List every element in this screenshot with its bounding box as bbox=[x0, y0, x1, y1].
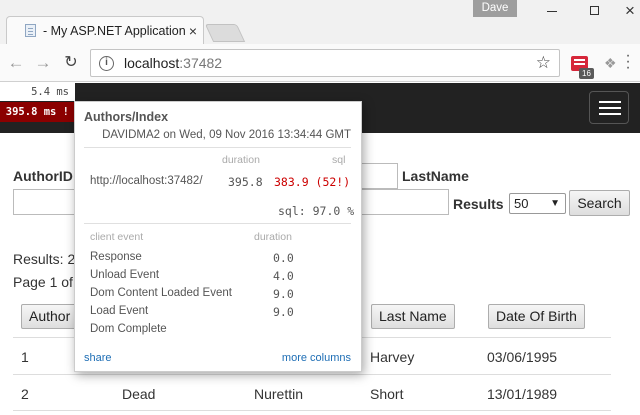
more-columns-link[interactable]: more columns bbox=[282, 352, 351, 364]
reload-icon[interactable]: ↻ bbox=[61, 53, 81, 73]
lastname-input[interactable] bbox=[361, 189, 449, 215]
profiler-subtitle: DAVIDMA2 on Wed, 09 Nov 2016 13:34:44 GM… bbox=[102, 129, 351, 141]
results-count: Results: 2 bbox=[13, 251, 76, 267]
popup-divider bbox=[84, 223, 351, 224]
authorid-label: AuthorID bbox=[13, 168, 73, 184]
menu-kebab-icon[interactable]: · · · bbox=[625, 48, 631, 76]
page-info: Page 1 of bbox=[13, 274, 73, 290]
row1-id: 1 bbox=[21, 349, 29, 365]
bookmark-star-icon[interactable]: ☆ bbox=[536, 53, 551, 73]
lastname-label: LastName bbox=[402, 168, 469, 184]
sql-percentage: sql: 97.0 % bbox=[278, 204, 355, 218]
address-bar[interactable]: i localhost:37482 ☆ bbox=[90, 49, 560, 77]
results-label: Results bbox=[453, 196, 504, 212]
forward-arrow-icon[interactable]: → bbox=[33, 53, 53, 73]
row2-id: 2 bbox=[21, 386, 29, 402]
url-host: localhost bbox=[124, 55, 180, 71]
profile-badge[interactable]: Dave bbox=[473, 0, 517, 17]
event-duration: 9.0 bbox=[273, 287, 294, 301]
miniprofiler-badge-slow[interactable]: 395.8 ms ! bbox=[0, 102, 75, 122]
results-select[interactable]: 50 ▼ bbox=[509, 193, 566, 214]
sql-header: sql bbox=[332, 154, 346, 166]
event-duration: 0.0 bbox=[273, 251, 294, 265]
new-tab-button[interactable] bbox=[204, 24, 246, 42]
row1-dob: 03/06/1995 bbox=[487, 349, 558, 365]
dropbox-icon[interactable]: ❖ bbox=[604, 55, 617, 72]
event-duration: 9.0 bbox=[273, 305, 294, 319]
popup-divider bbox=[84, 147, 351, 148]
event-name: Dom Complete bbox=[90, 323, 167, 335]
client-duration-header: duration bbox=[254, 231, 292, 243]
tab-title: - My ASP.NET Application bbox=[43, 23, 185, 38]
minimize-icon[interactable] bbox=[537, 0, 567, 22]
row2-col3: Nurettin bbox=[254, 386, 304, 402]
info-icon[interactable]: i bbox=[99, 55, 114, 71]
browser-toolbar: ← → ↻ i localhost:37482 ☆ 16 ❖ · · · bbox=[0, 44, 640, 82]
sort-dob-button[interactable]: Date Of Birth bbox=[488, 304, 585, 329]
sort-lastname-button[interactable]: Last Name bbox=[371, 304, 455, 329]
dropdown-arrow-icon: ▼ bbox=[550, 198, 560, 209]
duration-header: duration bbox=[222, 154, 260, 166]
back-arrow-icon[interactable]: ← bbox=[6, 53, 26, 73]
profiler-title: Authors/Index bbox=[84, 110, 169, 124]
share-link[interactable]: share bbox=[84, 352, 112, 364]
row2-lastname: Short bbox=[370, 386, 404, 402]
table-divider bbox=[13, 410, 611, 411]
window-titlebar: - My ASP.NET Application × Dave × bbox=[0, 0, 640, 44]
firstname-input[interactable] bbox=[361, 163, 398, 189]
timing-sql[interactable]: 383.9 (52!) bbox=[274, 175, 350, 189]
sort-author-button[interactable]: Author bbox=[21, 304, 81, 329]
row1-lastname: Harvey bbox=[370, 349, 415, 365]
row2-col2: Dead bbox=[122, 386, 156, 402]
extension-badge: 16 bbox=[579, 68, 594, 79]
event-duration: 4.0 bbox=[273, 269, 294, 283]
event-name: Unload Event bbox=[90, 269, 160, 281]
close-window-icon[interactable]: × bbox=[615, 0, 640, 22]
timing-url: http://localhost:37482/ bbox=[90, 175, 203, 187]
table-divider bbox=[13, 374, 611, 375]
event-name: Load Event bbox=[90, 305, 149, 317]
timing-duration: 395.8 bbox=[228, 175, 263, 189]
authorid-input[interactable] bbox=[13, 189, 75, 215]
results-select-value: 50 bbox=[514, 196, 529, 211]
miniprofiler-badge[interactable]: 5.4 ms bbox=[0, 83, 75, 101]
miniprofiler-popup: Authors/Index DAVIDMA2 on Wed, 09 Nov 20… bbox=[74, 101, 362, 372]
client-event-header: client event bbox=[90, 231, 144, 243]
maximize-icon[interactable] bbox=[579, 0, 609, 22]
browser-tab[interactable]: - My ASP.NET Application × bbox=[6, 16, 204, 44]
search-button[interactable]: Search bbox=[569, 190, 630, 216]
event-name: Response bbox=[90, 251, 142, 263]
tab-close-icon[interactable]: × bbox=[189, 24, 197, 38]
page-document-icon bbox=[25, 24, 36, 37]
url-port: :37482 bbox=[179, 55, 223, 71]
row2-dob: 13/01/1989 bbox=[487, 386, 558, 402]
hamburger-menu-icon[interactable] bbox=[589, 91, 629, 124]
event-name: Dom Content Loaded Event bbox=[90, 287, 232, 299]
